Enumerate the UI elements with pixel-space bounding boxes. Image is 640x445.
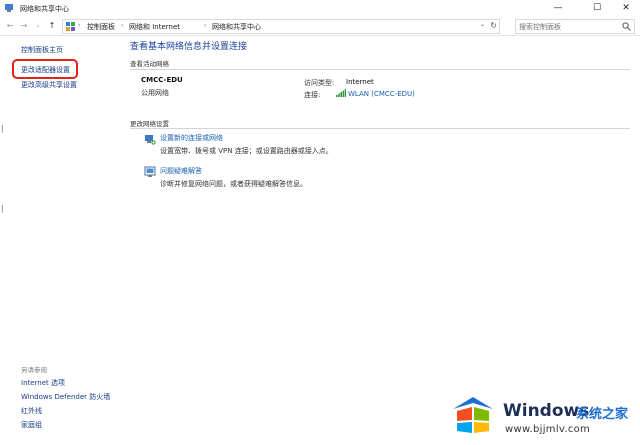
control-panel-home-link[interactable]: 控制面板主页 (21, 45, 63, 55)
see-also-label: 另请参阅 (21, 366, 47, 374)
breadcrumb-network-sharing-center[interactable]: 网络和共享中心 (212, 22, 261, 32)
setup-new-connection-link[interactable]: 设置新的连接或网络 (160, 133, 223, 143)
change-settings-label: 更改网络设置 (130, 120, 169, 128)
access-type-value: Internet (346, 78, 374, 86)
title-bar: 网络和共享中心 — ☐ ✕ (0, 0, 640, 17)
close-button[interactable]: ✕ (612, 0, 640, 17)
breadcrumb-network-internet[interactable]: 网络和 Internet (129, 22, 180, 32)
troubleshoot-link[interactable]: 问题疑难解答 (160, 166, 202, 176)
change-advanced-sharing-link[interactable]: 更改高级共享设置 (21, 80, 77, 90)
access-type-label: 访问类型: (304, 79, 335, 87)
up-arrow-icon[interactable]: ↑ (46, 20, 58, 32)
control-panel-icon (66, 22, 75, 31)
back-arrow-icon[interactable]: ← (4, 20, 16, 32)
windows-logo-icon (453, 397, 493, 433)
wlan-connection-link[interactable]: WLAN (CMCC-EDU) (348, 90, 415, 98)
breadcrumb-separator-icon: › (204, 22, 207, 29)
highlight-annotation (12, 59, 78, 79)
section-divider (130, 128, 630, 129)
network-setup-icon (145, 135, 156, 145)
page-title: 查看基本网络信息并设置连接 (130, 42, 248, 52)
setup-new-connection-description: 设置宽带、拨号或 VPN 连接；或设置路由器或接入点。 (160, 147, 333, 155)
refresh-icon[interactable]: ↻ (490, 21, 497, 30)
main-content: 查看基本网络信息并设置连接 查看活动网络 CMCC-EDU 公用网络 访问类型:… (114, 36, 640, 445)
watermark-url: www.bjjmlv.com (505, 424, 591, 435)
search-input[interactable] (519, 20, 617, 33)
maximize-button[interactable]: ☐ (583, 0, 611, 17)
forward-arrow-icon[interactable]: → (18, 20, 30, 32)
recent-dropdown-icon[interactable]: ⌄ (32, 20, 44, 32)
watermark: Windows 系统之家 www.bjjmlv.com (443, 393, 640, 445)
address-row: ← → ⌄ ↑ › 控制面板 › 网络和 Internet › 网络和共享中心 … (0, 17, 640, 36)
address-dropdown-icon[interactable]: ⌄ (480, 21, 485, 28)
section-divider (130, 69, 630, 70)
connection-label: 连接: (304, 91, 321, 99)
network-type-link[interactable]: 公用网络 (141, 88, 169, 98)
troubleshoot-description: 诊断并修复网络问题，或者获得疑难解答信息。 (160, 180, 307, 188)
internet-options-link[interactable]: Internet 选项 (21, 378, 65, 388)
windows-defender-firewall-link[interactable]: Windows Defender 防火墙 (21, 392, 110, 402)
left-navigation-pane: 控制面板主页 更改适配器设置 更改高级共享设置 另请参阅 Internet 选项… (0, 36, 114, 445)
homegroup-link[interactable]: 家庭组 (21, 420, 42, 430)
minimize-button[interactable]: — (544, 0, 572, 17)
active-networks-label: 查看活动网络 (130, 60, 169, 68)
troubleshoot-icon (144, 166, 156, 177)
watermark-brand-cn: 系统之家 (576, 407, 629, 422)
breadcrumb-separator-icon: › (121, 22, 124, 29)
wifi-signal-icon (336, 89, 346, 97)
infrared-link[interactable]: 红外线 (21, 406, 42, 416)
breadcrumb-control-panel[interactable]: 控制面板 (87, 22, 115, 32)
search-box[interactable] (515, 19, 635, 34)
window-title: 网络和共享中心 (20, 5, 69, 13)
breadcrumb-separator-icon: › (78, 22, 81, 29)
network-name: CMCC-EDU (141, 76, 183, 84)
search-icon (622, 22, 631, 31)
address-bar[interactable]: › 控制面板 › 网络和 Internet › 网络和共享中心 ⌄ ↻ (62, 19, 500, 34)
network-center-icon (5, 4, 13, 12)
